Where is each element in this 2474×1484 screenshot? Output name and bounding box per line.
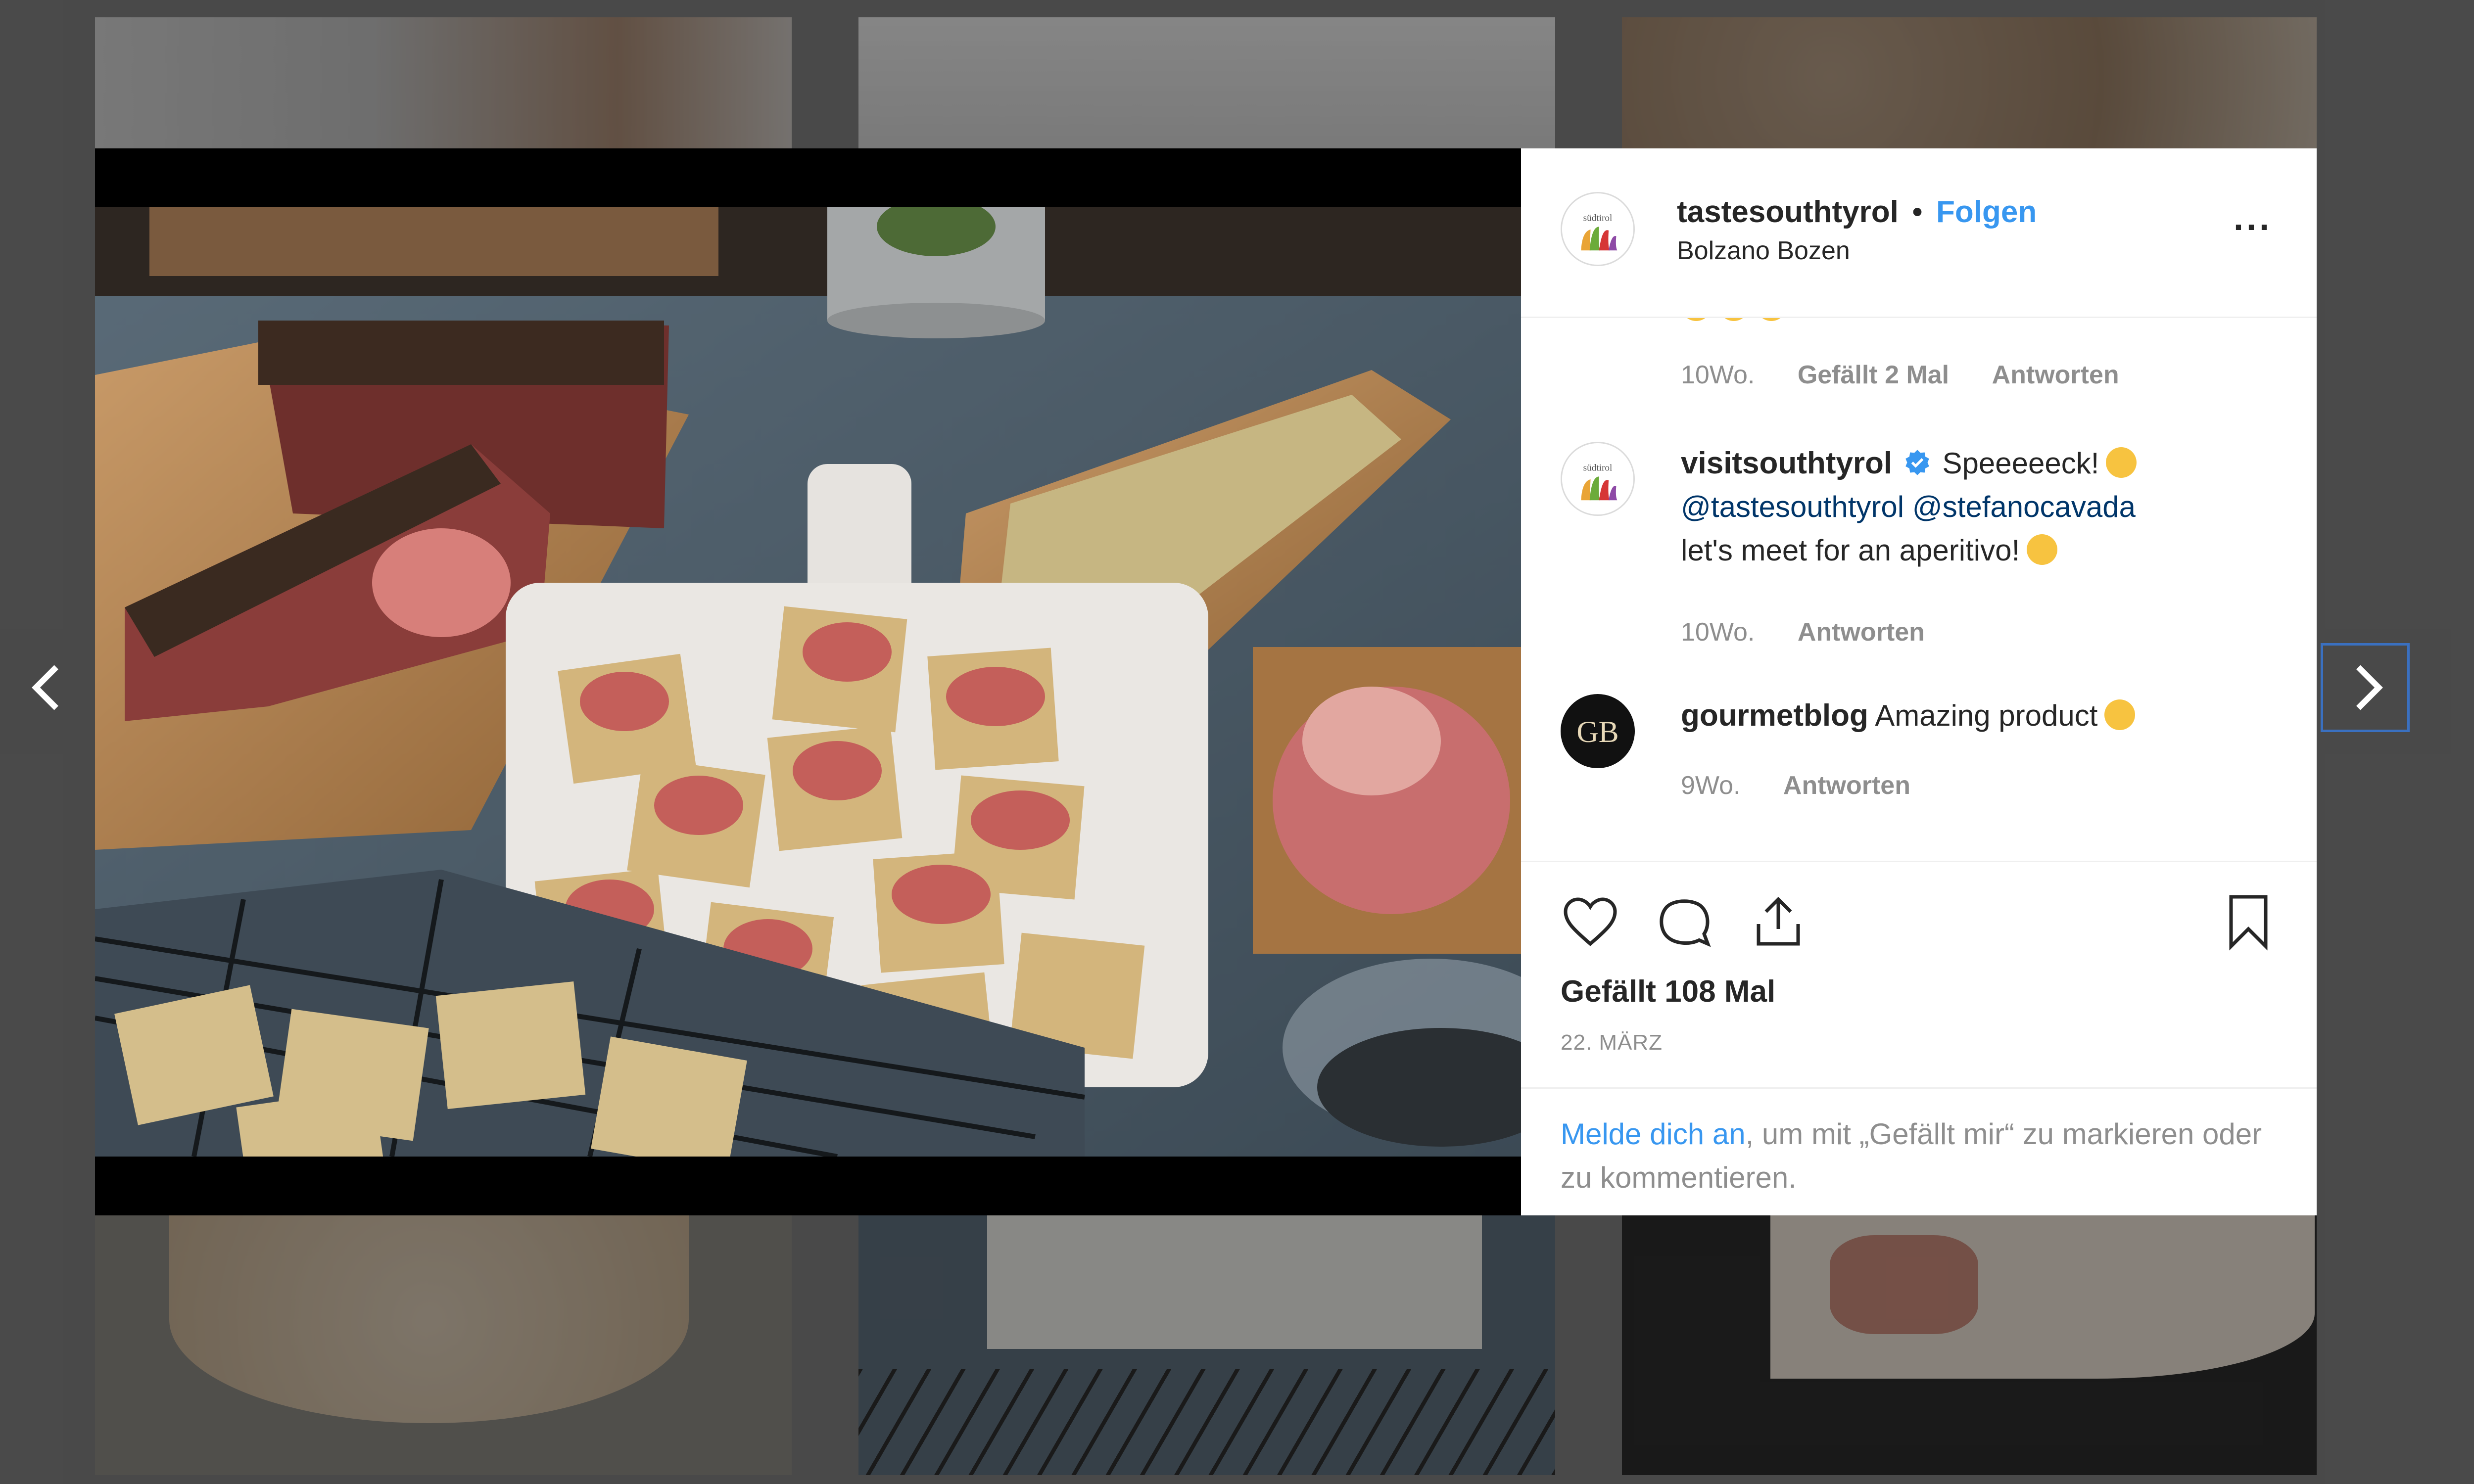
comment-meta: 9Wo. Antworten <box>1681 771 1946 800</box>
emoji <box>2027 534 2058 565</box>
post-photo[interactable] <box>95 148 1521 1215</box>
post-modal: südtirol tastesouthtyrol • Folgen Bolzan… <box>95 148 2317 1215</box>
bookmark-icon <box>2229 895 2268 951</box>
commenter-username[interactable]: visitsouthtyrol <box>1681 446 1892 480</box>
comment-time[interactable]: 9Wo. <box>1681 771 1740 800</box>
comment-body: visitsouthtyrol Speeeeeck! @tastesouthty… <box>1681 442 2265 572</box>
comment-button[interactable] <box>1655 892 1714 951</box>
comment-time[interactable]: 10Wo. <box>1681 361 1755 389</box>
like-button[interactable] <box>1561 892 1620 951</box>
commenter-username[interactable]: gourmetblog <box>1681 698 1868 733</box>
suedtirol-logo: südtirol <box>1562 443 1633 514</box>
post-location[interactable]: Bolzano Bozen <box>1677 236 1850 266</box>
comment-icon <box>1660 899 1711 947</box>
post-header: südtirol tastesouthtyrol • Folgen Bolzan… <box>1521 148 2317 318</box>
mention-link[interactable]: @stefanocavada <box>1912 490 2136 523</box>
commenter-avatar[interactable]: südtirol <box>1561 442 1635 516</box>
next-post-button[interactable] <box>2321 643 2410 732</box>
like-count[interactable]: Gefällt 108 Mal <box>1561 974 1775 1009</box>
commenter-avatar[interactable]: GB <box>1561 694 1635 768</box>
comment-meta: 10Wo. Antworten <box>1681 617 1960 647</box>
login-prompt-text: Melde dich an, um mit „Gefällt mir“ zu m… <box>1561 1113 2273 1200</box>
save-button[interactable] <box>2219 892 2278 951</box>
svg-text:südtirol: südtirol <box>1583 463 1613 473</box>
more-options-button[interactable]: ... <box>2234 198 2272 238</box>
author-avatar[interactable]: südtirol <box>1561 192 1635 266</box>
dot-separator: • <box>1912 195 1923 229</box>
comment-body: gourmetblog Amazing product <box>1681 694 2265 738</box>
comment-time[interactable]: 10Wo. <box>1681 618 1755 647</box>
svg-text:südtirol: südtirol <box>1583 213 1613 224</box>
prev-post-button[interactable] <box>5 643 94 732</box>
login-link[interactable]: Melde dich an <box>1561 1117 1746 1151</box>
comment-meta: 10Wo. Gefällt 2 Mal Antworten <box>1681 360 2155 390</box>
comment-text: Speeeeeck! <box>1942 447 2099 480</box>
author-username[interactable]: tastesouthtyrol <box>1677 195 1899 229</box>
heart-icon <box>1564 897 1617 946</box>
share-icon <box>1757 897 1800 946</box>
emoji <box>2104 699 2136 731</box>
reply-button[interactable]: Antworten <box>1783 771 1910 800</box>
reply-button[interactable]: Antworten <box>1798 618 1925 647</box>
comment-likes[interactable]: Gefällt 2 Mal <box>1798 361 1949 389</box>
post-date[interactable]: 22. MÄRZ <box>1561 1030 1663 1055</box>
gourmetblog-logo: GB <box>1562 696 1633 767</box>
food-photo-illustration <box>95 207 1521 1157</box>
post-image <box>95 207 1521 1157</box>
comment-text-2: let's meet for an aperitivo! <box>1681 534 2020 567</box>
follow-button[interactable]: Folgen <box>1936 195 2037 229</box>
suedtirol-logo: südtirol <box>1562 193 1633 265</box>
chevron-left-icon <box>32 665 58 710</box>
comment-text: Amazing product <box>1875 699 2098 732</box>
reply-button[interactable]: Antworten <box>1992 361 2119 389</box>
post-sidebar: südtirol tastesouthtyrol • Folgen Bolzan… <box>1521 148 2317 1215</box>
verified-icon <box>1905 450 1929 475</box>
post-actions: Gefällt 108 Mal 22. MÄRZ Melde dich an, … <box>1521 861 2317 1217</box>
chevron-right-icon <box>2356 665 2383 710</box>
login-prompt: Melde dich an, um mit „Gefällt mir“ zu m… <box>1521 1087 2317 1218</box>
share-button[interactable] <box>1749 892 1808 951</box>
emoji <box>2106 447 2137 478</box>
mention-link[interactable]: @tastesouthtyrol <box>1681 490 1904 523</box>
emoji-row <box>1681 318 1787 324</box>
svg-text:GB: GB <box>1576 715 1618 749</box>
